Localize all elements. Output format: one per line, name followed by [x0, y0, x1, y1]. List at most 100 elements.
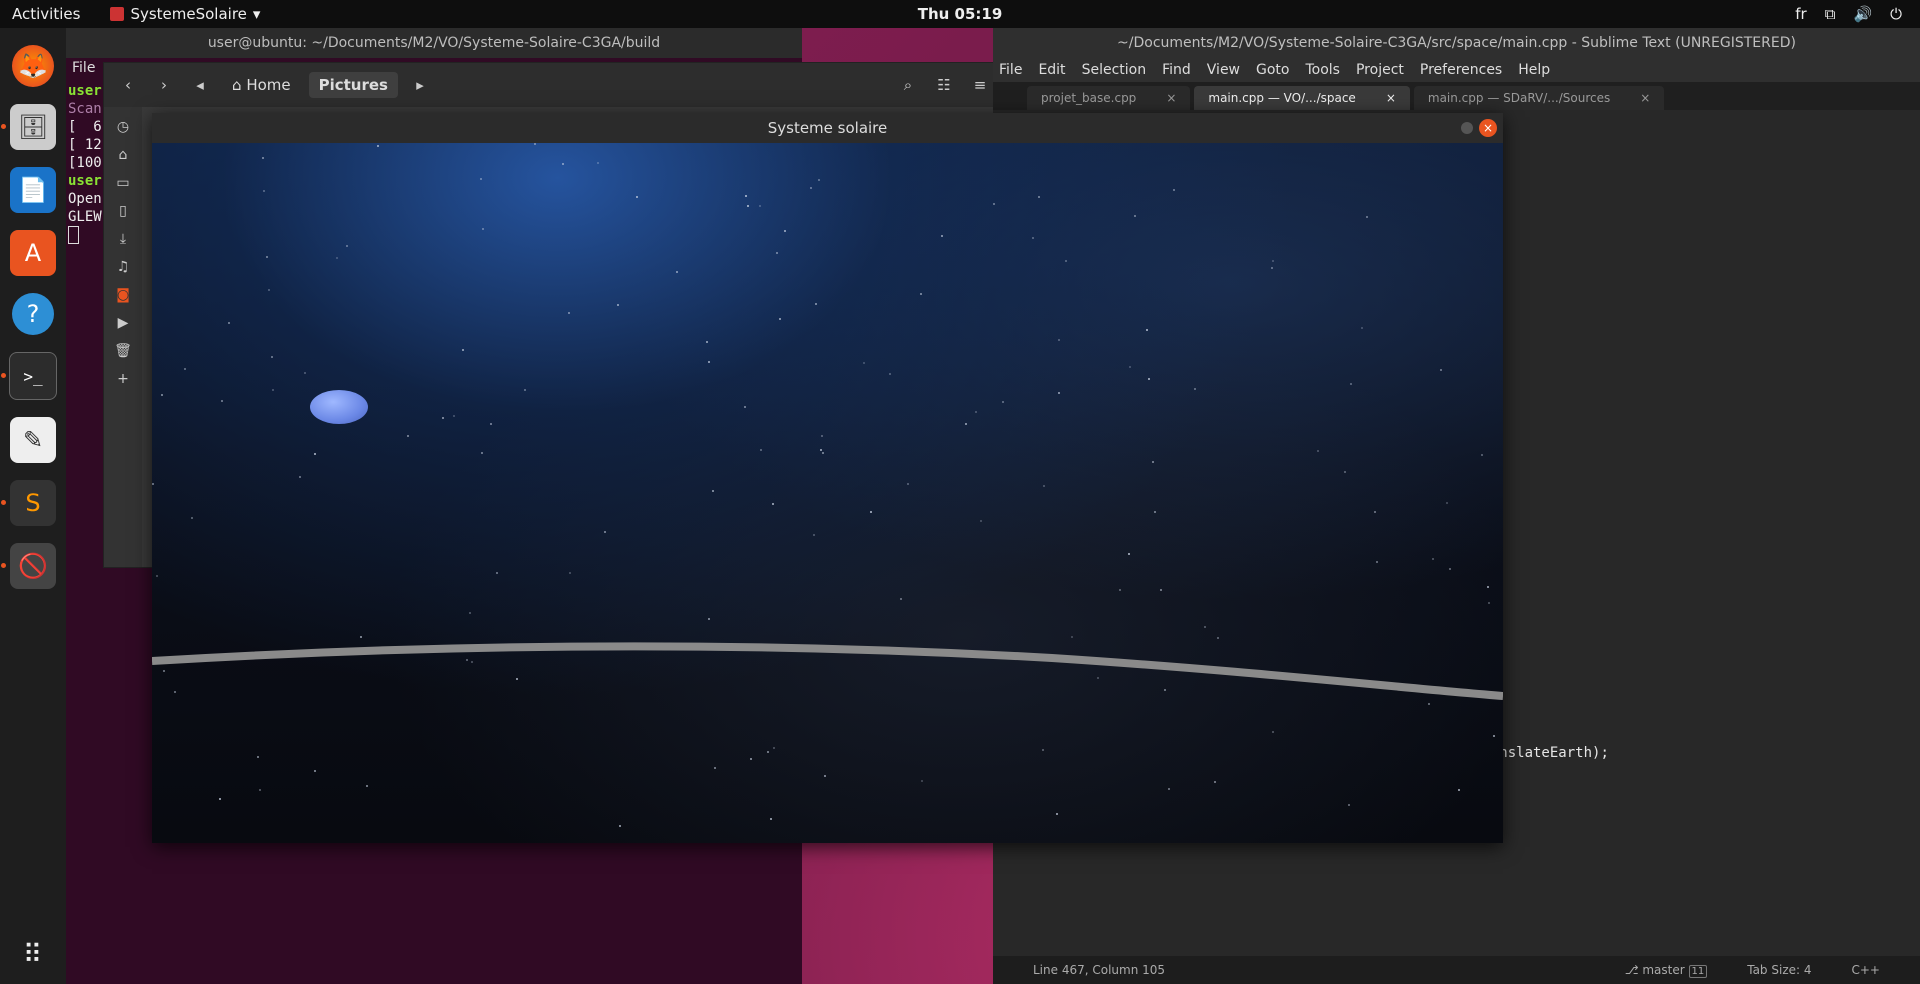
activities-button[interactable]: Activities	[12, 5, 80, 23]
status-tab-size[interactable]: Tab Size: 4	[1747, 963, 1811, 977]
videos-icon[interactable]: ▶	[118, 315, 129, 331]
show-applications-icon[interactable]: ⠿	[23, 940, 43, 970]
file-manager-sidebar: ◷ ⌂ ▭ ▯ ⤓ ♫ ◙ ▶ 🗑 +	[104, 107, 142, 567]
minimize-button[interactable]	[1461, 122, 1473, 134]
help-icon[interactable]: ?	[12, 293, 54, 335]
running-indicator	[1, 500, 6, 505]
status-position[interactable]: Line 467, Column 105	[1033, 963, 1165, 977]
sublime-statusbar: Line 467, Column 105 ⎇ master 11 Tab Siz…	[993, 956, 1920, 984]
folder-icon[interactable]: ▭	[116, 175, 129, 191]
terminal-line: Open	[68, 191, 102, 207]
terminal-menu-file[interactable]: File	[72, 60, 95, 76]
terminal-cursor	[68, 226, 79, 244]
power-icon: ⏻	[1890, 5, 1902, 23]
recent-icon[interactable]: ◷	[117, 119, 129, 135]
terminal-line: GLEW	[68, 209, 102, 225]
terminal-titlebar[interactable]: user@ubuntu: ~/Documents/M2/VO/Systeme-S…	[66, 28, 802, 58]
home-icon[interactable]: ⌂	[119, 147, 128, 163]
software-icon[interactable]: A	[10, 230, 56, 276]
view-toggle-icon[interactable]: ☷	[930, 71, 958, 99]
clock[interactable]: Thu 05:19	[918, 5, 1003, 23]
opengl-app-icon[interactable]: 🚫	[1, 543, 56, 589]
terminal-icon[interactable]: >_	[1, 352, 57, 400]
top-bar: Activities SystemeSolaire ▾ Thu 05:19 fr…	[0, 0, 1920, 28]
documents-icon[interactable]: ▯	[119, 203, 127, 219]
menu-help[interactable]: Help	[1518, 62, 1550, 78]
breadcrumb-home-label: Home	[246, 76, 291, 94]
terminal-line: user	[68, 173, 102, 189]
tab-main-sources[interactable]: main.cpp — SDaRV/.../Sources ×	[1413, 86, 1665, 110]
volume-icon: 🔊	[1853, 5, 1873, 23]
tab-label: main.cpp — SDaRV/.../Sources	[1427, 91, 1611, 105]
downloads-icon[interactable]: ⤓	[120, 231, 126, 247]
terminal-line: Scan	[68, 101, 102, 117]
breadcrumb-home[interactable]: ⌂ Home	[222, 72, 301, 98]
app-icon	[110, 7, 125, 21]
menu-project[interactable]: Project	[1356, 62, 1404, 78]
running-indicator	[1, 124, 6, 129]
path-left-arrow[interactable]: ◂	[186, 71, 214, 99]
sublime-text-icon[interactable]: S	[1, 480, 56, 526]
close-icon[interactable]: ×	[1166, 91, 1176, 105]
close-icon[interactable]: ×	[1640, 91, 1650, 105]
trash-icon[interactable]: 🗑	[114, 343, 132, 359]
forward-button[interactable]: ›	[150, 71, 178, 99]
terminal-line: [ 6	[68, 119, 102, 135]
network-icon: ⧉	[1824, 5, 1836, 23]
terminal-output[interactable]: user Scan [ 6 [ 12 [100 user Open GLEW	[68, 82, 102, 244]
opengl-titlebar[interactable]: Systeme solaire ×	[152, 113, 1503, 143]
sublime-title: ~/Documents/M2/VO/Systeme-Solaire-C3GA/s…	[1117, 35, 1796, 51]
terminal-title: user@ubuntu: ~/Documents/M2/VO/Systeme-S…	[207, 35, 661, 51]
close-button[interactable]: ×	[1479, 119, 1497, 137]
running-indicator	[1, 563, 6, 568]
menu-selection[interactable]: Selection	[1082, 62, 1147, 78]
writer-icon[interactable]: 📄	[10, 167, 56, 213]
render-viewport[interactable]	[152, 143, 1503, 843]
home-icon: ⌂	[232, 76, 242, 94]
other-locations-icon[interactable]: +	[117, 371, 129, 387]
back-button[interactable]: ‹	[114, 71, 142, 99]
menu-goto[interactable]: Goto	[1256, 62, 1289, 78]
menu-tools[interactable]: Tools	[1305, 62, 1340, 78]
menu-icon[interactable]: ≡	[966, 71, 994, 99]
sublime-menubar: File Edit Selection Find View Goto Tools…	[993, 58, 1920, 82]
close-icon[interactable]: ×	[1386, 91, 1396, 105]
search-icon[interactable]: ⌕	[894, 71, 922, 99]
status-branch[interactable]: ⎇ master 11	[1625, 963, 1708, 978]
files-icon[interactable]: 🗄	[1, 104, 56, 150]
orbit-ring	[152, 642, 1503, 700]
chevron-down-icon: ▾	[252, 5, 261, 23]
pictures-icon[interactable]: ◙	[116, 287, 130, 303]
sublime-titlebar[interactable]: ~/Documents/M2/VO/Systeme-Solaire-C3GA/s…	[993, 28, 1920, 58]
opengl-title: Systeme solaire	[767, 119, 888, 137]
tab-label: projet_base.cpp	[1041, 91, 1137, 105]
status-branch-count: 11	[1688, 965, 1708, 978]
menu-edit[interactable]: Edit	[1038, 62, 1065, 78]
opengl-window: Systeme solaire ×	[152, 113, 1503, 843]
terminal-line: [ 12	[68, 137, 102, 153]
text-editor-icon[interactable]: ✎	[10, 417, 56, 463]
app-menu-label: SystemeSolaire	[130, 5, 247, 23]
sublime-tabs: projet_base.cpp × main.cpp — VO/.../space…	[993, 82, 1920, 110]
path-right-arrow[interactable]: ▸	[406, 71, 434, 99]
keyboard-layout[interactable]: fr	[1795, 5, 1806, 23]
menu-file[interactable]: File	[999, 62, 1022, 78]
app-menu[interactable]: SystemeSolaire ▾	[110, 5, 260, 23]
firefox-icon[interactable]: 🦊	[12, 45, 54, 87]
dock: 🦊 🗄 📄 A ? >_ ✎ S 🚫 ⠿	[0, 28, 66, 984]
terminal-line: [100	[68, 155, 102, 171]
status-branch-label: master	[1642, 963, 1685, 977]
menu-find[interactable]: Find	[1162, 62, 1191, 78]
system-tray[interactable]: fr ⧉ 🔊 ⏻	[1795, 5, 1902, 23]
breadcrumb-pictures[interactable]: Pictures	[308, 72, 398, 98]
tab-projet-base[interactable]: projet_base.cpp ×	[1027, 86, 1191, 110]
file-manager-header: ‹ › ◂ ⌂ Home Pictures ▸ ⌕ ☷ ≡	[104, 63, 994, 107]
status-syntax[interactable]: C++	[1852, 963, 1881, 977]
tab-main-space[interactable]: main.cpp — VO/.../space ×	[1194, 86, 1410, 110]
tab-label: main.cpp — VO/.../space	[1208, 91, 1356, 105]
running-indicator	[1, 373, 6, 378]
terminal-line: user	[68, 83, 102, 99]
music-icon[interactable]: ♫	[117, 259, 130, 275]
menu-view[interactable]: View	[1207, 62, 1240, 78]
menu-preferences[interactable]: Preferences	[1420, 62, 1502, 78]
